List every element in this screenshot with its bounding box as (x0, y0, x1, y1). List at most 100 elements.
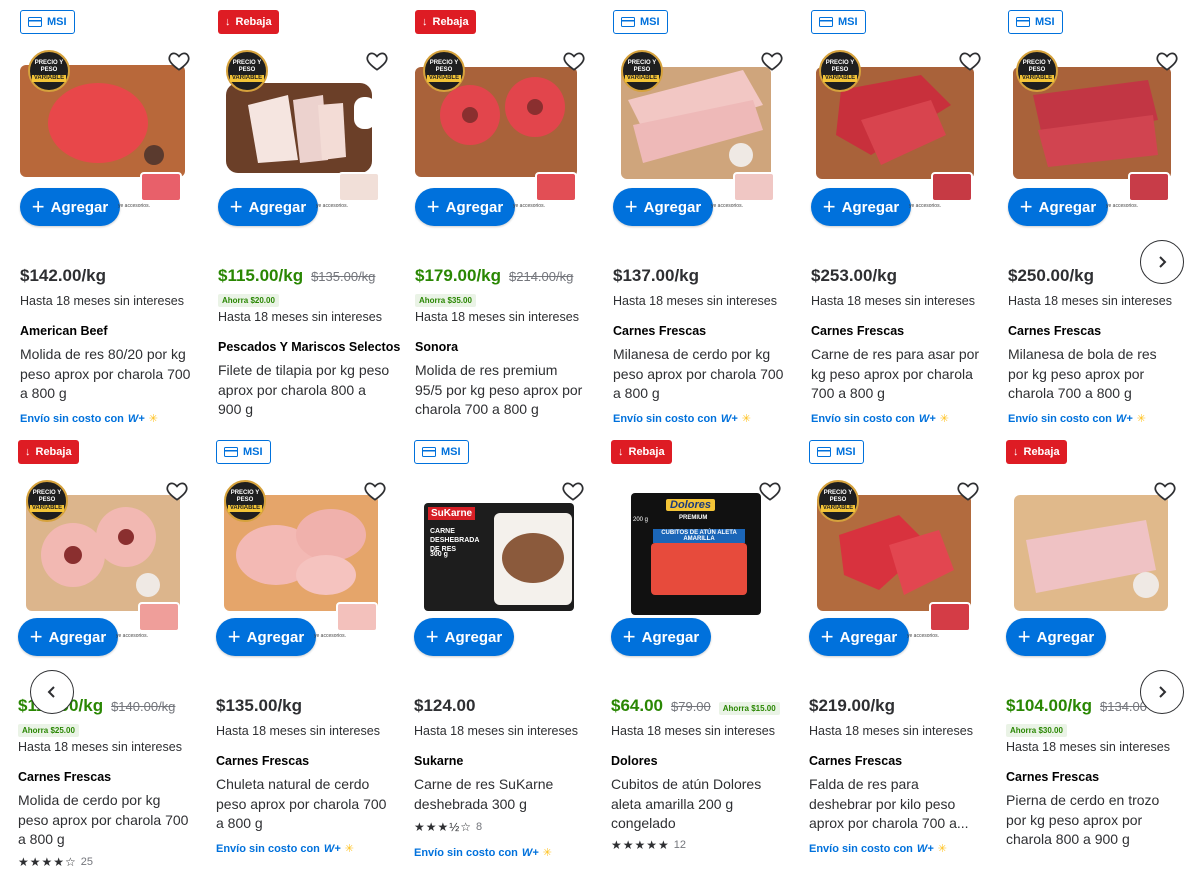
product-title[interactable]: Milanesa de bola de res por kg peso apro… (1008, 345, 1180, 404)
heart-icon[interactable] (561, 48, 587, 74)
add-to-cart-button[interactable]: + Agregar (1006, 618, 1106, 656)
installments-text: Hasta 18 meses sin intereses (811, 294, 975, 308)
badge-label: MSI (836, 446, 856, 458)
product-title[interactable]: Milanesa de cerdo por kg peso aprox por … (613, 345, 785, 404)
product-title[interactable]: Pierna de cerdo en trozo por kg peso apr… (1006, 791, 1178, 850)
installments-text: Hasta 18 meses sin intereses (611, 724, 775, 738)
rating: ★★★★☆ 25 (18, 855, 93, 869)
product-title[interactable]: Carne de res para asar por kg peso aprox… (811, 345, 983, 404)
installments-text: Hasta 18 meses sin intereses (218, 310, 382, 324)
brand-name: Carnes Frescas (809, 754, 903, 768)
thumbnail-image (140, 172, 182, 202)
heart-icon[interactable] (955, 478, 981, 504)
previous-price: $140.00/kg (111, 699, 176, 714)
dolores-logo: Dolores (666, 499, 715, 511)
installments-text: Hasta 18 meses sin intereses (216, 724, 380, 738)
product-card[interactable]: MSI PRECIO Y PESO VARIABLE + Agregar ye ac… (1008, 0, 1186, 430)
product-image[interactable]: SuKarne CARNE DESHEBRADA DE RES 300 g (414, 475, 584, 615)
free-shipping-label: Envío sin costo con W+ ✳ (414, 846, 552, 860)
product-card[interactable]: MSI PRECIO Y PESO VARIABLE + Agregar ye ac… (613, 0, 791, 430)
thumbnail-image (535, 172, 577, 202)
heart-icon[interactable] (166, 48, 192, 74)
product-card[interactable]: ↓ Rebaja PRECIO Y PESO VARIABLE + Agregar … (18, 430, 196, 869)
badge-label: Rebaja (1023, 446, 1060, 458)
add-to-cart-button[interactable]: + Agregar (414, 618, 514, 656)
heart-icon[interactable] (362, 478, 388, 504)
product-title[interactable]: Molida de res 80/20 por kg peso aprox po… (20, 345, 192, 404)
variable-price-seal: PRECIO Y PESO VARIABLE (28, 50, 70, 92)
brand-name: Carnes Frescas (811, 324, 905, 338)
product-image[interactable]: Dolores PREMIUM 200 g CUBITOS DE ATÚN AL… (611, 475, 781, 615)
thumbnail-image (929, 602, 971, 632)
previous-price: $134.00 (1100, 699, 1148, 714)
variable-price-seal: PRECIO Y PESO VARIABLE (224, 480, 266, 522)
product-card[interactable]: MSI PRECIO Y PESO VARIABLE + Agregar ye ac… (811, 0, 989, 430)
product-card[interactable]: ↓ Rebaja + Agregar $104.00/kg $134.00 Aho… (1006, 430, 1184, 860)
rating-stars: ★★★★★ (611, 838, 670, 852)
product-card[interactable]: MSI PRECIO Y PESO VARIABLE + Agregar ye ac… (216, 430, 394, 860)
product-title[interactable]: Chuleta natural de cerdo peso aprox por … (216, 775, 388, 834)
current-price: $179.00/kg (415, 266, 502, 285)
image-caption: ye accesorios. (116, 633, 148, 639)
add-to-cart-button[interactable]: + Agregar (811, 188, 911, 226)
heart-icon[interactable] (957, 48, 983, 74)
add-to-cart-button[interactable]: + Agregar (18, 618, 118, 656)
heart-icon[interactable] (759, 48, 785, 74)
product-card[interactable]: MSI PRECIO Y PESO VARIABLE + Agregar ye ac… (20, 0, 198, 430)
image-caption: ye accesorios. (314, 633, 346, 639)
add-to-cart-button[interactable]: + Agregar (613, 188, 713, 226)
price-line: $219.00/kg (809, 696, 895, 716)
product-card[interactable]: MSI PRECIO Y PESO VARIABLE + Agregar ye ac… (809, 430, 987, 860)
product-card[interactable]: ↓ Rebaja PRECIO Y PESO VARIABLE + Agregar … (415, 0, 593, 430)
msi-badge: MSI (809, 440, 864, 464)
carousel-prev-button[interactable] (30, 670, 74, 714)
add-to-cart-button[interactable]: + Agregar (1008, 188, 1108, 226)
add-to-cart-button[interactable]: + Agregar (611, 618, 711, 656)
add-to-cart-button[interactable]: + Agregar (20, 188, 120, 226)
add-to-cart-button[interactable]: + Agregar (216, 618, 316, 656)
heart-icon[interactable] (364, 48, 390, 74)
current-price: $142.00/kg (20, 266, 107, 285)
walmart-pass-icon: W+ (1115, 412, 1133, 425)
current-price: $64.00 (611, 696, 663, 715)
product-card[interactable]: MSI SuKarne CARNE DESHEBRADA DE RES 300 … (414, 430, 592, 860)
installments-text: Hasta 18 meses sin intereses (20, 294, 184, 308)
msi-badge: MSI (414, 440, 469, 464)
product-image[interactable] (1006, 475, 1176, 615)
rebaja-badge: ↓ Rebaja (218, 10, 279, 34)
add-to-cart-button[interactable]: + Agregar (415, 188, 515, 226)
installments-text: Hasta 18 meses sin intereses (1006, 740, 1170, 754)
arrow-down-icon: ↓ (25, 446, 31, 458)
product-title[interactable]: Falda de res para deshebrar por kilo pes… (809, 775, 981, 834)
heart-icon[interactable] (757, 478, 783, 504)
product-card[interactable]: ↓ Rebaja Dolores PREMIUM 200 g CUBITOS D… (611, 430, 789, 860)
arrow-down-icon: ↓ (225, 16, 231, 28)
current-price: $135.00/kg (216, 696, 303, 715)
heart-icon[interactable] (164, 478, 190, 504)
product-title[interactable]: Filete de tilapia por kg peso aprox por … (218, 361, 390, 420)
product-title[interactable]: Molida de cerdo por kg peso aprox por ch… (18, 791, 190, 850)
product-title[interactable]: Cubitos de atún Dolores aleta amarilla 2… (611, 775, 783, 834)
heart-icon[interactable] (1154, 48, 1180, 74)
carousel-next-button[interactable] (1140, 670, 1184, 714)
package-title: CUBITOS DE ATÚN ALETA AMARILLA (653, 529, 745, 543)
add-to-cart-button[interactable]: + Agregar (809, 618, 909, 656)
carousel-next-button[interactable] (1140, 240, 1184, 284)
heart-icon[interactable] (1152, 478, 1178, 504)
current-price: $250.00/kg (1008, 266, 1095, 285)
image-caption: ye accesorios. (907, 633, 939, 639)
product-title[interactable]: Molida de res premium 95/5 por kg peso a… (415, 361, 587, 420)
brand-name: Carnes Frescas (1006, 770, 1100, 784)
product-card[interactable]: ↓ Rebaja PRECIO Y PESO VARIABLE + Agregar … (218, 0, 400, 430)
heart-icon[interactable] (560, 478, 586, 504)
add-to-cart-button[interactable]: + Agregar (218, 188, 318, 226)
badge-label: MSI (838, 16, 858, 28)
brand-name: Carnes Frescas (216, 754, 310, 768)
badge-label: Rebaja (628, 446, 665, 458)
price-line: $64.00 $79.00 Ahorra $15.00 (611, 696, 780, 716)
rating: ★★★★★ 12 (611, 838, 686, 852)
spark-icon: ✳ (1136, 413, 1146, 425)
brand-name: Carnes Frescas (613, 324, 707, 338)
savings-badge: Ahorra $25.00 (18, 724, 79, 737)
product-title[interactable]: Carne de res SuKarne deshebrada 300 g (414, 775, 586, 814)
